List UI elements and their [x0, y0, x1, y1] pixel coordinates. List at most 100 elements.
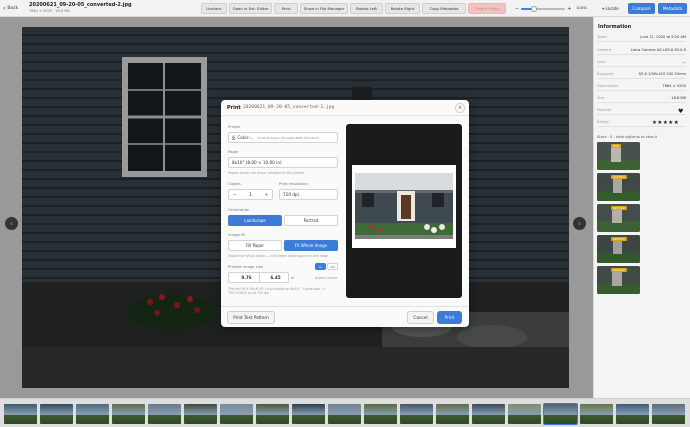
locate-icon: ⌖ [602, 6, 605, 11]
filmstrip-thumb[interactable] [40, 404, 73, 424]
rotate-left-button[interactable]: Rotate Left [350, 3, 383, 14]
locate-label: Locate [605, 6, 619, 11]
increment-button[interactable]: + [264, 192, 268, 197]
portrait-button[interactable]: Portrait [284, 215, 338, 226]
filmstrip-thumb[interactable] [580, 404, 613, 424]
unstack-button[interactable]: Unstack [201, 3, 227, 14]
aspect-locked: Aspect locked [315, 276, 338, 280]
filmstrip-thumb[interactable] [148, 404, 181, 424]
printer-name: Color-... [237, 135, 254, 140]
delete-photo-button[interactable]: Delete Photo [468, 3, 506, 14]
zoom-in-icon[interactable]: + [567, 6, 571, 12]
resolution-select[interactable]: 720 dpi [279, 189, 338, 200]
filmstrip-thumb[interactable] [400, 404, 433, 424]
decrement-button[interactable]: − [233, 192, 237, 197]
dialog-header: Print 20200621_09-20-05_converted-2.jpg … [221, 100, 469, 116]
cancel-button[interactable]: Cancel [407, 311, 434, 324]
paper-preview [352, 165, 456, 248]
chevron-left-icon: ‹ [3, 5, 6, 12]
filmstrip-thumb[interactable] [76, 404, 109, 424]
filmstrip-thumb[interactable] [508, 404, 541, 424]
compare-button[interactable]: Compare [628, 3, 655, 14]
print-dialog: Print 20200621_09-20-05_converted-2.jpg … [221, 100, 469, 327]
stack-thumb-badge: Set Pick [611, 206, 627, 210]
size-hint: This will fit 9.76×6.45" (is printable o… [228, 287, 326, 296]
printer-select[interactable]: ⎙ Color-... EcoPrint Epson_StylusPro3880… [228, 132, 338, 143]
file-title: 20200621_09-20-05_converted-2.jpg 7864 ×… [29, 2, 132, 13]
fit-whole-image-button[interactable]: Fit Whole Image [284, 240, 338, 251]
filmstrip-thumb[interactable] [328, 404, 361, 424]
filmstrip-thumb[interactable] [616, 404, 649, 424]
width-input[interactable]: 9.76 [228, 272, 262, 283]
filmstrip [0, 398, 690, 427]
rotate-right-button[interactable]: Rotate Right [385, 3, 420, 14]
printed-size-label: Printed image size [228, 264, 264, 269]
filmstrip-thumb[interactable] [364, 404, 397, 424]
copies-label: Copies [228, 181, 241, 186]
stack-thumb[interactable]: Set Pick [597, 266, 640, 294]
filmstrip-thumb[interactable] [543, 403, 578, 425]
paper-select[interactable]: 8x10" (8.00 × 10.00 in) [228, 157, 338, 168]
copies-value[interactable]: 1 [249, 192, 252, 197]
print-confirm-button[interactable]: Print [437, 311, 462, 324]
print-preview [346, 124, 462, 298]
open-ext-editor-button[interactable]: Open in Ext. Editor [229, 3, 272, 14]
stack-title: Stack · 5 - slide vigilants to view it [597, 135, 658, 139]
filmstrip-thumb[interactable] [112, 404, 145, 424]
show-in-file-manager-button[interactable]: Show in File Manager [300, 3, 348, 14]
unit-in-toggle[interactable]: in [315, 263, 326, 270]
paper-hint: Papers shown are those installed for thi… [228, 171, 306, 175]
stack-thumb-badge: Set Pick [611, 237, 627, 241]
copies-stepper[interactable]: − 1 + [228, 189, 273, 200]
print-button[interactable]: Print [274, 3, 298, 14]
filmstrip-thumb[interactable] [436, 404, 469, 424]
info-row-favorite: Favorite [597, 105, 686, 115]
file-name: 20200621_09-20-05_converted-2.jpg [29, 2, 132, 8]
unit-cm-toggle[interactable]: cm [327, 263, 338, 270]
back-label: Back [7, 6, 19, 11]
print-test-pattern-button[interactable]: Print Test Pattern [227, 311, 275, 324]
info-row-taken: Taken June 21, 2020 at 9:20 AM [597, 32, 686, 42]
image-fit-label: Image fit [228, 232, 245, 237]
info-row-dimensions: Dimensions 7864 × 5200 [597, 81, 686, 91]
copy-metadata-button[interactable]: Copy Metadata [422, 3, 466, 14]
stack-thumb[interactable]: Set Pick [597, 173, 640, 201]
landscape-button[interactable]: Landscape [228, 215, 282, 226]
stack-thumb[interactable]: Pick [597, 142, 640, 170]
filmstrip-thumb[interactable] [652, 404, 685, 424]
filmstrip-thumb[interactable] [292, 404, 325, 424]
metadata-button[interactable]: Metadata [658, 3, 687, 14]
zoom-slider[interactable]: − + [515, 5, 575, 12]
filmstrip-thumb[interactable] [220, 404, 253, 424]
file-meta: 7864 × 5200 · 18.8 MB [29, 9, 70, 13]
zoom-out-icon[interactable]: − [515, 6, 519, 12]
favorite-heart-icon[interactable]: ♥ [678, 108, 683, 115]
filmstrip-thumb[interactable] [184, 404, 217, 424]
stack-thumb[interactable]: Set Pick [597, 235, 640, 263]
info-row-camera: Camera Leica Camera AG LEICA M10-R [597, 45, 686, 55]
unit-suffix: in [291, 275, 295, 280]
info-row-size: Size 18.8 MB [597, 93, 686, 103]
toolbar: ‹ Back 20200621_09-20-05_converted-2.jpg… [0, 0, 690, 17]
rating-stars[interactable]: ★★★★★ [652, 120, 679, 126]
stack-thumb-badge: Set Pick [611, 268, 627, 272]
zoom-thumb[interactable] [531, 5, 538, 12]
fill-paper-button[interactable]: Fill Paper [228, 240, 282, 251]
back-button[interactable]: ‹ Back [3, 4, 18, 13]
zoom-level: 100% [576, 5, 587, 10]
stack-thumb[interactable]: Set Pick [597, 204, 640, 232]
dialog-filename: 20200621_09-20-05_converted-2.jpg [243, 105, 335, 110]
close-icon[interactable]: × [455, 103, 465, 113]
filmstrip-thumb[interactable] [472, 404, 505, 424]
zoom-track[interactable] [521, 5, 566, 12]
locate-button[interactable]: ⌖ Locate [598, 3, 623, 14]
filmstrip-thumb[interactable] [256, 404, 289, 424]
height-input[interactable]: 6.45 [259, 272, 289, 283]
printer-label: Printer [228, 124, 241, 129]
dialog-title: Print [227, 105, 241, 111]
orientation-label: Orientation [228, 207, 250, 212]
filmstrip-thumb[interactable] [4, 404, 37, 424]
dialog-footer: Print Test Pattern Cancel Print [221, 306, 469, 327]
stack-thumb-badge: Pick [611, 144, 621, 148]
preview-image [355, 173, 453, 239]
